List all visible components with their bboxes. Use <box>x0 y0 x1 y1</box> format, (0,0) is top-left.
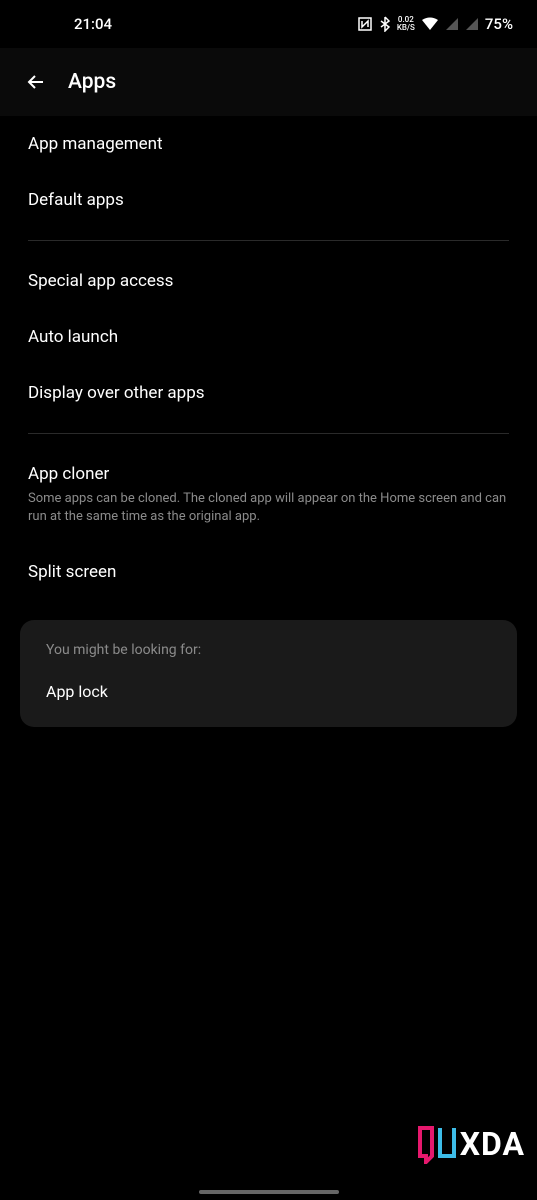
item-label: Default apps <box>28 190 509 210</box>
wifi-icon <box>421 17 439 31</box>
auto-launch-item[interactable]: Auto launch <box>0 309 537 365</box>
xda-bracket-icon <box>418 1124 456 1164</box>
suggestion-card: You might be looking for: App lock <box>20 620 517 727</box>
navigation-handle[interactable] <box>199 1190 339 1194</box>
settings-list: App management Default apps Special app … <box>0 116 537 727</box>
item-label: Display over other apps <box>28 383 509 403</box>
item-label: Auto launch <box>28 327 509 347</box>
xda-logo: XDA <box>418 1124 525 1164</box>
status-icons: 0.02 KB/S 75% <box>357 15 513 33</box>
back-button[interactable] <box>24 70 48 94</box>
xda-text: XDA <box>460 1125 525 1163</box>
item-label: Split screen <box>28 562 509 582</box>
network-speed: 0.02 KB/S <box>397 16 415 32</box>
display-over-other-apps-item[interactable]: Display over other apps <box>0 365 537 421</box>
app-header: Apps <box>0 48 537 116</box>
app-management-item[interactable]: App management <box>0 116 537 172</box>
default-apps-item[interactable]: Default apps <box>0 172 537 228</box>
page-title: Apps <box>68 70 116 94</box>
status-time: 21:04 <box>24 15 112 33</box>
bluetooth-icon <box>379 16 391 32</box>
item-label: Special app access <box>28 271 509 291</box>
divider <box>28 433 509 434</box>
item-description: Some apps can be cloned. The cloned app … <box>28 490 509 526</box>
divider <box>28 240 509 241</box>
special-app-access-item[interactable]: Special app access <box>0 253 537 309</box>
app-lock-suggestion[interactable]: App lock <box>46 682 491 701</box>
signal-icon-1 <box>445 17 459 31</box>
suggestion-header: You might be looking for: <box>46 642 491 658</box>
item-label: App management <box>28 134 509 154</box>
status-bar: 21:04 0.02 KB/S 75% <box>0 0 537 48</box>
battery-percent: 75% <box>485 15 513 33</box>
nfc-icon <box>357 16 373 32</box>
signal-icon-2 <box>465 17 479 31</box>
item-label: App cloner <box>28 464 509 484</box>
split-screen-item[interactable]: Split screen <box>0 544 537 600</box>
app-cloner-item[interactable]: App cloner Some apps can be cloned. The … <box>0 446 537 544</box>
